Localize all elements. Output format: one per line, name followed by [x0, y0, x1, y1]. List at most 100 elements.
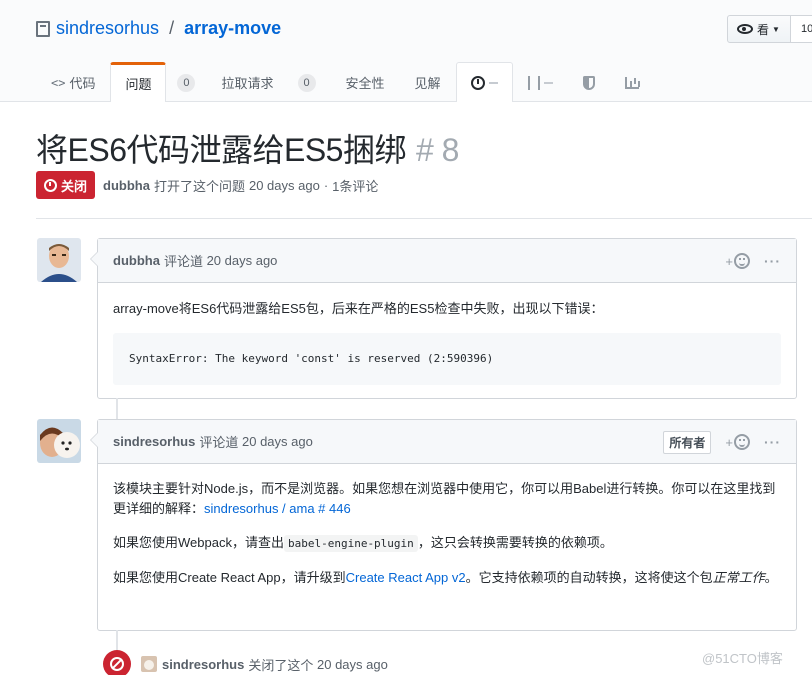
repo-name-link[interactable]: array-move — [184, 18, 281, 39]
smiley-icon — [734, 434, 750, 450]
comment-paragraph-2: 如果您使用Webpack，请查出 babel-engine-plugin ，这只会转… — [113, 533, 781, 554]
repo-title: sindresorhus / array-move — [36, 18, 281, 39]
paragraph-3-post: 。 — [764, 570, 778, 585]
more-options-button[interactable]: ··· — [764, 253, 781, 269]
comment-verb: 评论道 — [199, 435, 239, 450]
repo-nav-tabs: <> 代码 问题 0 拉取请求 0 安全性 见解 — [36, 62, 654, 102]
reaction-plus: + — [725, 253, 733, 269]
caret-down-icon: ▼ — [772, 24, 780, 34]
issue-meta-dot: · — [323, 177, 329, 193]
closed-event-badge — [103, 650, 131, 675]
avatar-dubbha[interactable] — [37, 238, 81, 282]
event-time-link[interactable]: 20 days ago — [317, 657, 388, 672]
paragraph-3-pre: 如果您使用Create React App，请升级到 — [113, 570, 346, 585]
smiley-icon — [734, 253, 750, 269]
comment-sindresorhus: sindresorhus 评论道 20 days ago 所有者 + ··· 该… — [90, 419, 797, 631]
repo-owner-link[interactable]: sindresorhus — [56, 18, 159, 39]
watermark: @51CTO博客 — [702, 651, 783, 666]
code-block: SyntaxError: The keyword 'const' is rese… — [113, 333, 781, 385]
event-avatar-image — [141, 656, 157, 672]
watch-button[interactable]: 看 ▼ — [727, 15, 791, 43]
owner-badge: 所有者 — [663, 430, 712, 454]
comment-dubbha: dubbha 评论道 20 days ago + ··· array-move将… — [90, 238, 797, 400]
status-badge-label: 关闭 — [61, 178, 88, 194]
eye-icon — [737, 24, 753, 34]
graph-icon — [624, 76, 639, 89]
issue-title-text: 将ES6代码泄露给ES5捆绑 — [36, 132, 406, 168]
tab-issues[interactable]: 问题 — [110, 62, 167, 102]
code-icon: <> — [51, 75, 66, 90]
inline-code: babel-engine-plugin — [283, 535, 418, 552]
tab-security[interactable]: 安全性 — [331, 62, 400, 102]
comment-body: 该模块主要针对Node.js，而不是浏览器。如果您想在浏览器中使用它，你可以用B… — [98, 464, 796, 603]
avatar-sindresorhus-image — [37, 419, 81, 463]
comment-header: sindresorhus 评论道 20 days ago 所有者 + ··· — [98, 420, 796, 464]
issue-meta: 关闭 dubbha 打开了这个问题 20 days ago · 1条评论 — [36, 171, 382, 199]
issue-title: 将ES6代码泄露给ES5捆绑 # 8 — [36, 125, 459, 171]
status-badge: 关闭 — [36, 171, 96, 199]
comment-author-link[interactable]: dubbha — [113, 253, 160, 268]
paragraph-2-post: ，这只会转换需要转换的依赖项。 — [417, 535, 613, 550]
issue-opened-text: 打开了这个问题 — [153, 178, 245, 194]
event-text: 关闭了这个 — [248, 657, 314, 673]
event-author-link[interactable]: sindresorhus — [162, 657, 244, 672]
tab-pr-graph[interactable] — [513, 62, 568, 102]
alert-circle-icon — [470, 75, 485, 90]
ama-issue-link[interactable]: sindresorhus / ama # 446 — [204, 501, 351, 516]
comment-actions: + ··· — [725, 239, 781, 283]
alert-dash — [488, 81, 498, 84]
comment-actions: 所有者 + ··· — [663, 420, 781, 464]
tab-graph[interactable] — [610, 62, 654, 102]
issue-opened-time[interactable]: 20 days ago — [249, 178, 320, 193]
reaction-plus: + — [725, 434, 733, 450]
avatar-dubbha-image — [37, 238, 81, 282]
paragraph-3-mid: 。它支持依赖项的自动转换，这将使这个包 — [465, 570, 713, 585]
comment-text: array-move将ES6代码泄露给ES5包，后来在严格的ES5检查中失败，出… — [113, 301, 604, 316]
tab-insights[interactable]: 见解 — [400, 62, 456, 102]
issue-closed-icon — [44, 178, 57, 192]
paragraph-3-emphasis: 正常工作 — [712, 570, 765, 585]
more-options-button[interactable]: ··· — [764, 434, 781, 450]
tab-alert[interactable] — [455, 62, 513, 102]
add-reaction-button[interactable]: + — [725, 434, 750, 450]
shield-icon — [582, 75, 595, 90]
timeline-line — [116, 630, 118, 650]
repo-separator: / — [169, 18, 175, 38]
tab-pull-requests-label: 拉取请求 — [221, 76, 274, 91]
tab-issues-counter-wrap[interactable]: 0 — [166, 62, 206, 102]
tab-shield[interactable] — [568, 62, 610, 102]
timeline-line — [116, 398, 118, 420]
tab-code-label: 代码 — [69, 76, 96, 91]
tab-issues-label: 问题 — [125, 77, 152, 92]
comment-paragraph-1: 该模块主要针对Node.js，而不是浏览器。如果您想在浏览器中使用它，你可以用B… — [113, 479, 781, 519]
paragraph-2-pre: 如果您使用Webpack，请查出 — [113, 535, 284, 550]
tab-issues-counter: 0 — [177, 73, 196, 92]
add-reaction-button[interactable]: + — [725, 253, 750, 269]
tab-pull-requests[interactable]: 拉取请求 0 — [206, 62, 330, 102]
tab-code[interactable]: <> 代码 — [36, 62, 110, 102]
tab-insights-label: 见解 — [414, 76, 441, 91]
avatar-sindresorhus[interactable] — [37, 419, 81, 463]
comment-paragraph-3: 如果您使用Create React App，请升级到Create React A… — [113, 568, 781, 588]
issue-author-link[interactable]: dubbha — [103, 178, 150, 193]
circle-slash-icon — [110, 657, 124, 671]
tab-pull-requests-counter: 0 — [297, 73, 316, 92]
repo-icon — [36, 20, 50, 37]
event-avatar[interactable] — [141, 656, 157, 672]
comment-time-link[interactable]: 20 days ago — [207, 253, 278, 268]
issue-number: # 8 — [415, 132, 459, 168]
comment-header: dubbha 评论道 20 days ago + ··· — [98, 239, 796, 283]
pr-dash — [543, 81, 553, 84]
closed-event: sindresorhus 关闭了这个 20 days ago — [103, 650, 388, 675]
pull-request-icon — [527, 75, 540, 90]
tab-security-label: 安全性 — [345, 76, 385, 91]
cra-link[interactable]: Create React App v2 — [346, 570, 466, 585]
watch-label: 看 — [757, 22, 770, 37]
comment-time-link[interactable]: 20 days ago — [242, 434, 313, 449]
comment-verb: 评论道 — [163, 254, 203, 269]
issue-comment-count: 1条评论 — [332, 178, 379, 194]
watch-count[interactable]: 10 — [791, 15, 812, 43]
comment-author-link[interactable]: sindresorhus — [113, 434, 195, 449]
comment-body: array-move将ES6代码泄露给ES5包，后来在严格的ES5检查中失败，出… — [98, 283, 796, 400]
header-divider — [36, 218, 812, 219]
